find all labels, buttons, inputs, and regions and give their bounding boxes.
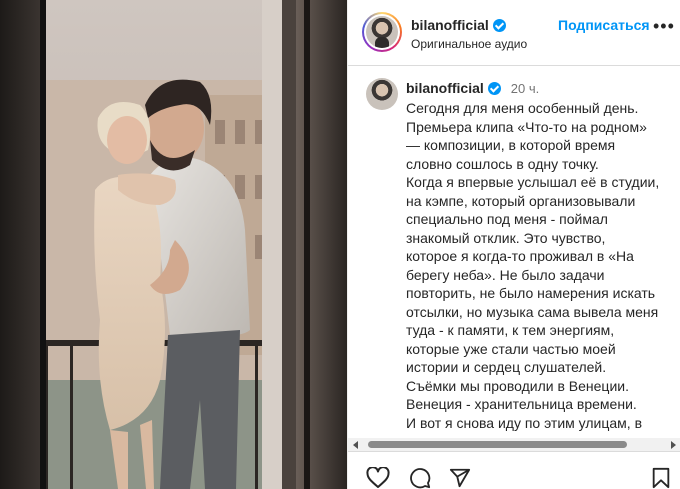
follow-button[interactable]: Подписаться (558, 17, 650, 33)
author-username-text[interactable]: bilanofficial (411, 17, 489, 33)
post-media[interactable] (0, 0, 347, 489)
audio-link[interactable]: Оригинальное аудио (411, 37, 527, 51)
post-timestamp[interactable]: 20 ч. (511, 81, 539, 96)
scroll-left-arrow-icon[interactable] (353, 441, 358, 449)
verified-badge-icon (492, 18, 506, 32)
avatar (366, 16, 398, 48)
story-avatar[interactable] (362, 12, 402, 52)
more-options-icon[interactable]: ••• (653, 17, 675, 35)
action-bar (348, 451, 680, 489)
post-panel: bilanofficial Оригинальное аудио Подписа… (347, 0, 680, 489)
author-username[interactable]: bilanofficial (411, 17, 506, 33)
post-caption: Сегодня для меня особенный день. Премьер… (406, 100, 660, 431)
caption-username[interactable]: bilanofficial (406, 80, 484, 96)
horizontal-scrollbar[interactable] (348, 438, 680, 451)
couple-photo (0, 0, 347, 489)
avatar-border (364, 14, 400, 50)
caption-avatar[interactable] (366, 78, 398, 110)
heart-icon[interactable] (366, 467, 390, 489)
verified-badge-icon (487, 81, 501, 95)
comment-icon[interactable] (408, 467, 432, 489)
post-header: bilanofficial Оригинальное аудио Подписа… (348, 0, 680, 66)
scroll-right-arrow-icon[interactable] (671, 441, 676, 449)
scrollbar-thumb[interactable] (368, 441, 627, 448)
caption-header: bilanofficial 20 ч. (406, 80, 539, 96)
paper-plane-icon[interactable] (448, 467, 472, 489)
bookmark-icon[interactable] (650, 467, 672, 489)
